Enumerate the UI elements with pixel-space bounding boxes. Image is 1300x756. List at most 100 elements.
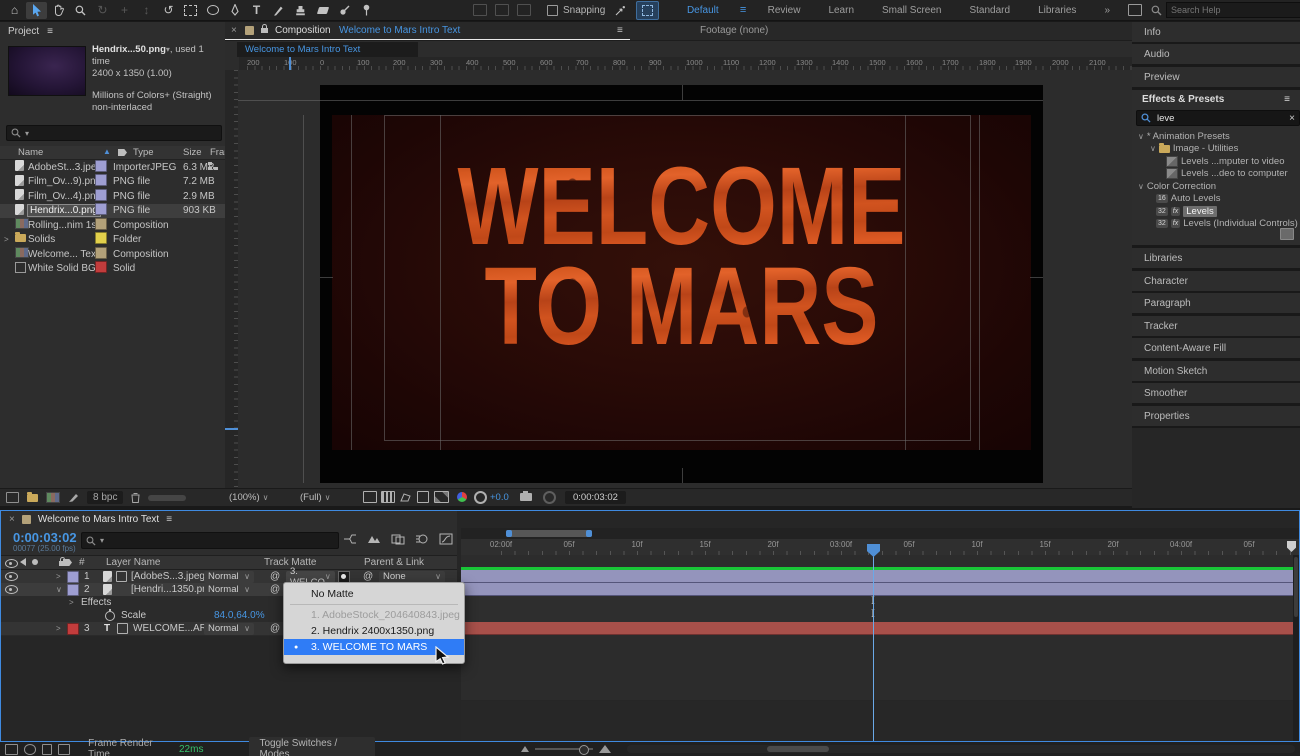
label-color-chip[interactable] [95, 174, 107, 186]
audio-column-icon[interactable] [20, 558, 26, 566]
workspace-standard[interactable]: Standard [955, 5, 1024, 16]
mask-visibility-icon[interactable] [399, 491, 412, 503]
tree-item-levels-selected[interactable]: 32fxLevels [1138, 205, 1300, 218]
video-toggle[interactable] [5, 585, 18, 594]
matte-pickwhip-icon[interactable]: @ [270, 622, 280, 635]
file-row-selected[interactable]: Hendrix...0.png PNG file 903 KB [0, 204, 225, 219]
composition-frame[interactable]: WELCOME TO MARS [320, 85, 1043, 483]
magnification-dropdown[interactable]: (100%)∨ [229, 491, 268, 503]
label-color-chip[interactable] [95, 189, 107, 201]
navigator-handle[interactable] [506, 530, 592, 537]
close-icon[interactable]: × [231, 25, 237, 36]
guide-line[interactable] [905, 115, 906, 450]
channel-grid-icon[interactable] [381, 491, 395, 503]
file-row[interactable]: White Solid BG Solid [0, 262, 225, 277]
label-color-chip[interactable] [95, 247, 107, 259]
home-tool[interactable]: ⌂ [4, 2, 25, 19]
timeline-tab-bar[interactable]: × Welcome to Mars Intro Text ≡ [1, 511, 457, 528]
timeline-search-field[interactable]: ▾ [81, 532, 339, 549]
label-color-chip[interactable] [95, 160, 107, 172]
project-settings-icon[interactable] [68, 492, 79, 503]
zoom-out-mountain-icon[interactable] [521, 746, 529, 752]
composition-tab-label[interactable]: Composition [275, 25, 331, 36]
label-column-icon[interactable] [118, 149, 127, 156]
blend-mode-dropdown[interactable]: Normal∨ [204, 584, 254, 596]
tree-item-auto-levels[interactable]: 16Auto Levels [1138, 193, 1300, 206]
motion-blur-status-icon[interactable] [42, 744, 52, 755]
expander-icon[interactable]: > [4, 235, 9, 244]
new-animation-preset-icon[interactable] [1280, 228, 1294, 243]
effects-search-field[interactable]: × [1136, 110, 1300, 126]
libraries-panel-header[interactable]: Libraries [1132, 248, 1300, 268]
timeline-horizontal-scrollbar[interactable] [627, 745, 1295, 753]
properties-panel-header[interactable]: Properties [1132, 406, 1300, 426]
blend-mode-dropdown[interactable]: Normal∨ [204, 571, 254, 583]
column-name[interactable]: Name [18, 147, 43, 158]
frame-blending-icon[interactable] [24, 744, 37, 755]
timeline-tab-name[interactable]: Welcome to Mars Intro Text [38, 514, 159, 525]
matte-pickwhip-icon[interactable]: @ [270, 583, 280, 596]
expander-icon[interactable]: ∨ [56, 583, 62, 596]
caret-down-icon[interactable]: ▾ [100, 536, 104, 545]
clear-search-icon[interactable]: × [1289, 113, 1295, 124]
shy-layers-icon[interactable] [5, 744, 18, 755]
horizontal-ruler[interactable]: 2001000100200300400500600700800900100011… [239, 57, 1132, 71]
time-ruler[interactable]: 02:00f05f10f15f20f03:00f05f10f15f20f04:0… [461, 539, 1299, 556]
info-panel-header[interactable]: Info [1132, 22, 1300, 42]
layer-bar-2[interactable] [461, 583, 1299, 596]
scale-value[interactable]: 84.0,64.0% [214, 609, 265, 622]
file-row[interactable]: Film_Ov...9).png PNG file 7.2 MB [0, 175, 225, 190]
layer-bar-1[interactable] [461, 570, 1299, 583]
motion-sketch-panel-header[interactable]: Motion Sketch [1132, 361, 1300, 381]
character-panel-header[interactable]: Character [1132, 271, 1300, 291]
workspace-learn[interactable]: Learn [814, 5, 868, 16]
column-type[interactable]: Type [133, 147, 154, 158]
zoom-tool[interactable] [70, 2, 91, 19]
tree-item-levels-individual[interactable]: 32fxLevels (Individual Controls) [1138, 218, 1300, 231]
current-timecode[interactable]: 0:00:03:02 [13, 530, 77, 545]
workspace-menu-icon[interactable]: ≡ [733, 2, 754, 19]
exposure-reset-icon[interactable] [474, 491, 487, 503]
graph-status-icon[interactable] [58, 744, 71, 755]
graph-editor-icon[interactable] [439, 533, 453, 545]
layer-label-chip[interactable] [67, 571, 79, 583]
workspace-default[interactable]: Default [673, 5, 733, 16]
panel-menu-icon[interactable]: ≡ [166, 514, 172, 525]
resolution-dropdown[interactable]: (Full)∨ [300, 491, 331, 503]
interpret-footage-icon[interactable] [6, 492, 19, 503]
parent-dropdown[interactable]: None∨ [379, 571, 445, 583]
workspace-libraries[interactable]: Libraries [1024, 5, 1090, 16]
show-snapshot-icon[interactable] [543, 491, 556, 503]
footage-name[interactable]: Hendrix...50.png [92, 44, 166, 55]
stopwatch-icon[interactable] [105, 611, 115, 621]
label-column-icon[interactable] [63, 559, 72, 566]
label-color-chip[interactable] [95, 232, 107, 244]
selection-tool[interactable] [26, 2, 47, 19]
caret-down-icon[interactable]: ▾ [25, 129, 29, 138]
new-composition-icon[interactable] [46, 492, 60, 503]
guide-line[interactable] [303, 115, 304, 483]
search-help-input[interactable] [1166, 2, 1300, 18]
expander-icon[interactable]: > [69, 596, 74, 609]
parent-link-column[interactable]: Parent & Link [364, 557, 424, 568]
expander-icon[interactable]: > [56, 570, 61, 583]
pen-tool[interactable] [224, 2, 245, 19]
time-navigator[interactable] [461, 528, 1299, 539]
file-row[interactable]: Rolling...nim 1s Composition [0, 218, 225, 233]
workspace-small-screen[interactable]: Small Screen [868, 5, 955, 16]
brush-tool[interactable] [268, 2, 289, 19]
close-icon[interactable]: × [9, 514, 15, 525]
motion-blur-icon[interactable] [415, 533, 429, 545]
mini-flowchart-icon[interactable] [343, 533, 357, 545]
type-tool[interactable]: T [246, 2, 267, 19]
workspace-review[interactable]: Review [754, 5, 815, 16]
camera-tool[interactable] [180, 2, 201, 19]
lock-icon[interactable] [261, 28, 268, 33]
viewer-pasteboard[interactable]: WELCOME TO MARS [238, 70, 1132, 488]
guide-line[interactable] [440, 115, 441, 450]
number-column[interactable]: # [79, 557, 85, 568]
comp-marker-bin-icon[interactable] [1287, 541, 1296, 555]
trash-icon[interactable] [131, 492, 140, 503]
track-matte-dropdown[interactable]: 3. WELCO∨ [286, 571, 335, 583]
snap-options-icon[interactable] [610, 2, 631, 19]
